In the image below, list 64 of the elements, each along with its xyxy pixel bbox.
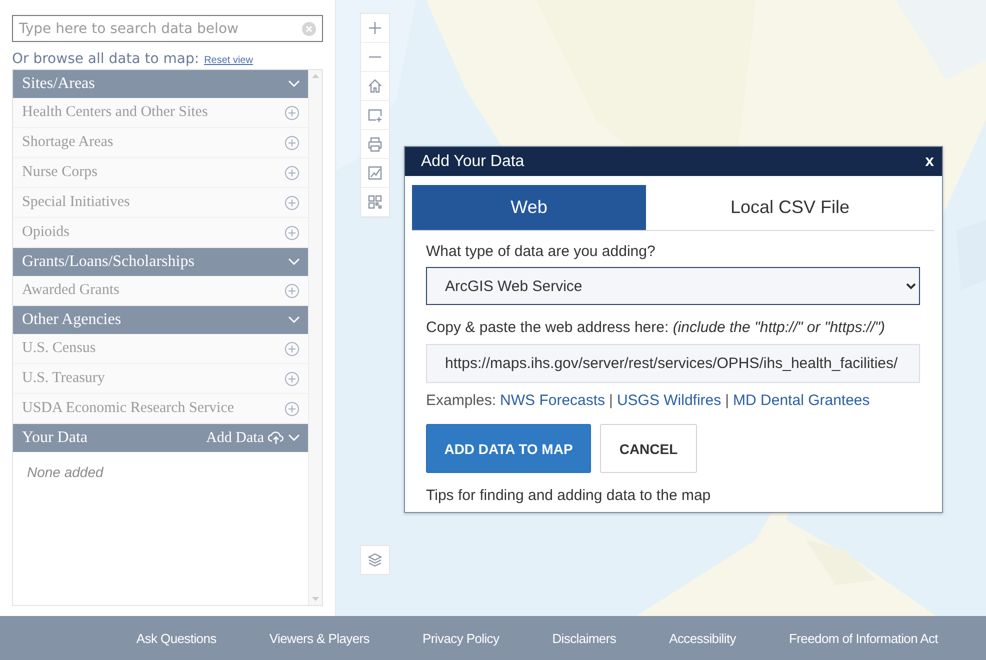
data-layer-item[interactable]: Shortage Areas [13, 128, 308, 158]
footer-link[interactable]: Freedom of Information Act [789, 630, 938, 646]
empty-message: None added [26, 463, 105, 482]
cancel-button[interactable]: CANCEL [600, 424, 697, 473]
print-icon[interactable] [367, 136, 383, 152]
section-header[interactable]: Other Agencies [13, 306, 308, 334]
examples-label: Examples: [426, 392, 496, 409]
layers-icon[interactable] [367, 552, 383, 568]
add-data-link[interactable]: Add Data [206, 430, 264, 446]
section-header[interactable]: Sites/Areas [13, 70, 308, 98]
chart-icon[interactable] [367, 165, 383, 181]
data-layer-item[interactable]: Health Centers and Other Sites [13, 98, 308, 128]
section-title: Grants/Loans/Scholarships [22, 253, 196, 271]
add-icon[interactable] [284, 194, 300, 210]
data-type-select[interactable]: ArcGIS Web Service [426, 267, 920, 305]
dialog-title: Add Your Data [421, 152, 524, 170]
chevron-down-icon[interactable] [288, 434, 300, 442]
separator: | [609, 392, 613, 409]
section-header[interactable]: Grants/Loans/Scholarships [13, 248, 308, 276]
add-icon[interactable] [284, 340, 300, 356]
add-icon[interactable] [284, 134, 300, 150]
tips-text: Tips for finding and adding data to the map [426, 487, 712, 504]
section-title: Your Data [22, 429, 88, 447]
chevron-down-icon[interactable] [288, 80, 300, 88]
data-layer-item[interactable]: Nurse Corps [13, 158, 308, 188]
reset-view-link[interactable]: Reset view [204, 55, 253, 66]
grid-icon[interactable] [367, 194, 383, 210]
data-layer-item[interactable]: U.S. Treasury [13, 364, 308, 394]
url-input-field[interactable]: https://maps.ihs.gov/server/rest/services/OPHS/ihs_health_facilities/ [426, 344, 920, 383]
data-layer-item[interactable]: U.S. Census [13, 334, 308, 364]
add-icon[interactable] [284, 224, 300, 240]
footer-link[interactable]: Accessibility [669, 630, 736, 646]
add-data-button[interactable]: ADD DATA TO MAP [426, 424, 591, 473]
browse-label: Or browse all data to map: [12, 51, 200, 67]
tab[interactable]: Web [412, 185, 646, 230]
data-layer-item[interactable]: Awarded Grants [13, 276, 308, 306]
upload-cloud-icon[interactable] [268, 431, 284, 445]
field-label: What type of data are you adding? [426, 243, 656, 260]
add-icon[interactable] [284, 370, 300, 386]
add-icon[interactable] [284, 400, 300, 416]
zoom-in-icon[interactable] [367, 20, 383, 36]
footer-link[interactable]: Disclaimers [552, 630, 616, 646]
example-link[interactable]: USGS Wildfires [616, 392, 722, 409]
example-link[interactable]: MD Dental Grantees [733, 392, 870, 409]
add-icon[interactable] [284, 282, 300, 298]
data-layer-item[interactable]: USDA Economic Research Service [13, 394, 308, 424]
footer-link[interactable]: Ask Questions [136, 630, 216, 646]
chevron-down-icon[interactable] [288, 258, 300, 266]
example-link[interactable]: NWS Forecasts [500, 392, 606, 409]
add-icon[interactable] [284, 164, 300, 180]
section-title: Sites/Areas [22, 75, 96, 93]
footer-link[interactable]: Viewers & Players [269, 630, 370, 646]
footer-link[interactable]: Privacy Policy [422, 630, 500, 646]
section-header[interactable]: Your Data Add Data [13, 424, 308, 452]
data-layer-item[interactable]: Opioids [13, 218, 308, 248]
home-icon[interactable] [367, 78, 383, 94]
field-label: Copy & paste the web address here: (include the "http://" or "https://") [426, 319, 886, 336]
chevron-down-icon[interactable] [288, 316, 300, 324]
search-field[interactable]: Type here to search data below [12, 15, 323, 42]
close-button[interactable]: x [923, 152, 936, 170]
add-icon[interactable] [284, 104, 300, 120]
section-title: Other Agencies [22, 311, 122, 329]
data-layer-item[interactable]: Special Initiatives [13, 188, 308, 218]
separator: | [725, 392, 730, 409]
